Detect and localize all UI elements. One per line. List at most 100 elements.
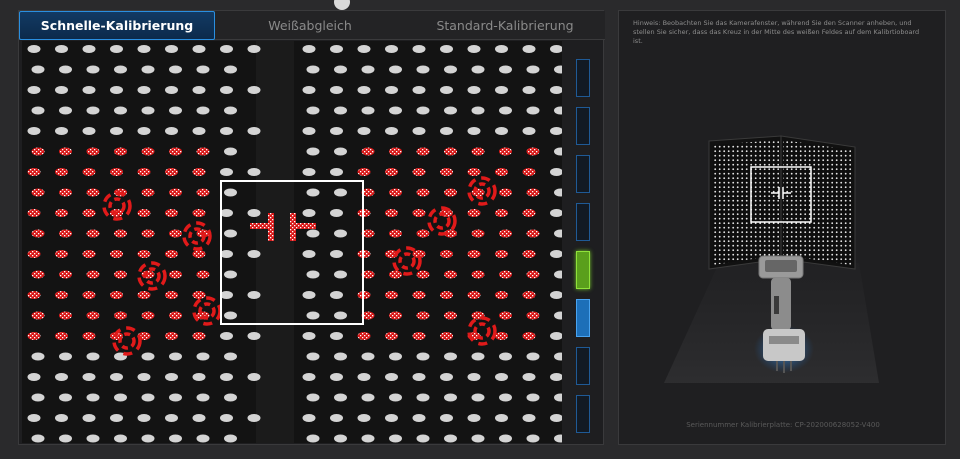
calibration-dot — [169, 270, 182, 279]
calibration-dot — [330, 291, 343, 299]
calibration-dot — [412, 86, 426, 94]
calibration-dot — [27, 168, 41, 176]
calibration-dot — [86, 147, 100, 156]
calibration-dot — [165, 45, 178, 53]
calibration-dot — [114, 147, 127, 156]
calibration-dot — [192, 332, 206, 340]
calibration-dot — [27, 373, 41, 381]
calibration-dot — [416, 434, 430, 443]
calibration-dot — [247, 250, 261, 258]
calibration-dot — [412, 168, 426, 176]
calibration-dot — [495, 86, 508, 94]
calibration-dot — [389, 393, 402, 402]
calibration-dot — [165, 414, 178, 422]
calibration-dot — [385, 414, 398, 422]
calibration-dot — [526, 65, 540, 74]
calibration-dot — [169, 311, 182, 320]
calibration-dot — [361, 65, 375, 74]
calibration-dot — [389, 147, 402, 156]
calibration-dot — [110, 45, 123, 53]
calibration-dot — [306, 311, 320, 320]
calibration-dot — [169, 434, 182, 443]
calibration-dot — [137, 168, 151, 176]
calibration-dot — [467, 209, 481, 217]
calibration-dot — [224, 65, 237, 74]
calibration-dot — [526, 229, 540, 238]
calibration-dot — [165, 168, 178, 176]
calibration-dot — [192, 373, 206, 381]
calibration-dot — [114, 106, 127, 115]
calibration-dot — [334, 147, 347, 156]
calibration-dot — [224, 352, 237, 361]
calibration-dot — [357, 414, 371, 422]
calibration-dot — [192, 414, 206, 422]
calibration-dot — [169, 393, 182, 402]
calibration-dot — [137, 127, 151, 135]
calibration-dot — [137, 250, 151, 258]
tab-standard-calibration[interactable]: Standard-Kalibrierung — [405, 11, 605, 40]
calibration-dot — [526, 311, 540, 320]
tab-quick-calibration[interactable]: Schnelle-Kalibrierung — [19, 11, 215, 40]
calibration-dot — [440, 250, 453, 258]
calibration-dot — [55, 332, 68, 340]
calibration-dot — [334, 270, 347, 279]
calibration-dot — [110, 250, 123, 258]
calibration-dot — [499, 311, 512, 320]
calibration-dot — [196, 270, 210, 279]
tab-white-balance[interactable]: Weißabgleich — [215, 11, 405, 40]
window-handle — [334, 0, 350, 10]
calibration-dot — [141, 352, 155, 361]
calibration-dot — [522, 414, 536, 422]
calibration-dot — [86, 393, 100, 402]
calibration-dot — [385, 291, 398, 299]
calibration-dot — [86, 229, 100, 238]
calibration-dot — [27, 291, 41, 299]
calibration-dot — [330, 373, 343, 381]
calibration-dot — [416, 270, 430, 279]
calibration-dot — [165, 209, 178, 217]
calibration-dot — [467, 86, 481, 94]
calibration-dot — [220, 127, 233, 135]
calibration-dot — [247, 291, 261, 299]
calibration-dot — [82, 168, 96, 176]
calibration-dot — [302, 45, 316, 53]
calibration-dot — [444, 270, 457, 279]
calibration-dot — [86, 65, 100, 74]
position-indicator-1 — [576, 59, 590, 97]
calibration-dot — [31, 229, 45, 238]
calibration-dot — [27, 209, 41, 217]
calibration-dot — [31, 188, 45, 197]
calibration-dot — [27, 127, 41, 135]
calibration-dot — [114, 65, 127, 74]
calibration-dot — [416, 188, 430, 197]
calibration-dot — [302, 168, 316, 176]
calibration-dot — [224, 311, 237, 320]
calibration-dot — [86, 188, 100, 197]
calibration-dot — [224, 106, 237, 115]
calibration-dot — [467, 373, 481, 381]
calibration-dot — [440, 86, 453, 94]
calibration-dot — [141, 106, 155, 115]
position-indicator-3 — [576, 155, 590, 193]
calibration-dot — [110, 127, 123, 135]
calibration-dot — [495, 127, 508, 135]
calibration-dot — [444, 352, 457, 361]
calibration-dot — [334, 229, 347, 238]
calibration-dot — [306, 65, 320, 74]
calibration-dot — [192, 86, 206, 94]
calibration-dot — [357, 373, 371, 381]
calibration-dot — [165, 332, 178, 340]
scanner-calibration-illustration — [664, 135, 879, 383]
calibration-dot — [416, 147, 430, 156]
calibration-dot — [330, 127, 343, 135]
calibration-dot — [357, 127, 371, 135]
calibration-dot — [59, 147, 72, 156]
calibration-dot — [55, 86, 68, 94]
calibration-dot — [59, 270, 72, 279]
calibration-dot — [137, 414, 151, 422]
calibration-dot — [196, 434, 210, 443]
calibration-dot — [412, 332, 426, 340]
calibration-dot — [114, 393, 127, 402]
calibration-dot — [302, 373, 316, 381]
calibration-dot — [385, 45, 398, 53]
